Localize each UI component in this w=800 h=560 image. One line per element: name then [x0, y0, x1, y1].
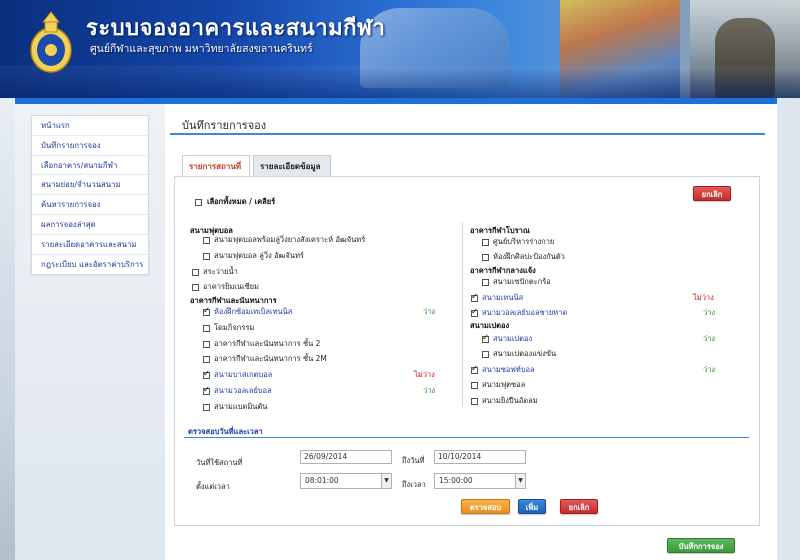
checkbox-football-stand[interactable]	[203, 253, 210, 260]
checkbox-air-gun[interactable]	[471, 398, 478, 405]
sidebar-item-search-booking[interactable]: ค้นหารายการจอง	[32, 195, 148, 215]
end-date-input[interactable]: 10/10/2014	[434, 450, 526, 464]
checkbox-beach-volleyball[interactable]	[471, 307, 478, 317]
title-underline	[170, 133, 765, 135]
status-basketball: ไม่ว่าง	[414, 370, 435, 379]
save-booking-button[interactable]: บันทึกการจอง	[667, 538, 735, 553]
checkbox-sepak-takraw[interactable]	[482, 279, 489, 286]
sidebar-item-select-venue[interactable]: เลือกอาคาร/สนามกีฬา	[32, 156, 148, 176]
checkbox-football-track-stand[interactable]	[203, 237, 210, 244]
sidebar-item-rules-fees[interactable]: กฎระเบียบ และอัตราค่าบริการ	[32, 255, 148, 275]
select-all-checkbox[interactable]	[195, 199, 202, 206]
label-sepak-takraw: สนามเซปักตะกร้อ	[493, 277, 551, 286]
label-beach-volleyball[interactable]: สนามวอลเลย์บอลชายหาด	[482, 307, 567, 319]
status-volleyball: ว่าง	[423, 386, 436, 395]
page-title: บันทึกรายการจอง	[182, 119, 267, 132]
label-petanque[interactable]: สนามเปตอง	[493, 333, 532, 345]
start-time-select[interactable]: 08:01:00 ▼	[300, 473, 392, 489]
chevron-down-icon: ▼	[515, 474, 525, 488]
label-futsal: สนามฟุตซอล	[482, 380, 526, 389]
chevron-down-icon: ▼	[381, 474, 391, 488]
checkbox-basketball[interactable]	[203, 369, 210, 379]
checkbox-petanque[interactable]	[482, 333, 489, 343]
label-badminton: สนามแบดมินตัน	[214, 402, 268, 411]
end-time-label: ถึงเวลา	[402, 480, 426, 489]
status-softball: ว่าง	[703, 365, 716, 374]
check-section-rule	[184, 437, 749, 438]
checkbox-table-tennis[interactable]	[203, 306, 210, 316]
status-petanque: ว่าง	[703, 334, 716, 343]
select-all-label: เลือกทั้งหมด / เคลียร์	[207, 197, 276, 206]
end-time-value: 15:00:00	[439, 476, 473, 485]
label-tennis[interactable]: สนามเทนนิส	[482, 292, 523, 304]
checkbox-martial-arts[interactable]	[482, 254, 489, 261]
start-date-label: วันที่ใช้สถานที่	[196, 458, 243, 467]
label-body-center: ศูนย์บริหารร่างกาย	[493, 237, 555, 246]
start-time-value: 08:01:00	[305, 476, 339, 485]
label-activity-floor2m: อาคารกีฬาและนันทนาการ ชั้น 2M	[214, 354, 327, 363]
status-table-tennis: ว่าง	[423, 307, 436, 316]
checkbox-badminton[interactable]	[203, 404, 210, 411]
sidebar-item-latest-results[interactable]: ผลการจองล่าสุด	[32, 215, 148, 235]
checkbox-gym[interactable]	[192, 284, 199, 291]
sidebar-item-venue-details[interactable]: รายละเอียดอาคารและสนาม	[32, 235, 148, 255]
cancel-top-button[interactable]: ยกเลิก	[693, 186, 731, 201]
checkbox-tennis[interactable]	[471, 292, 478, 302]
checkbox-futsal[interactable]	[471, 382, 478, 389]
app-subtitle: ศูนย์กีฬาและสุขภาพ มหาวิทยาลัยสงขลานคริน…	[90, 43, 313, 55]
status-tennis: ไม่ว่าง	[693, 293, 714, 302]
sidebar-item-subcourts[interactable]: สนามย่อย/จำนวนสนาม	[32, 175, 148, 196]
tab-venue-list[interactable]: รายการสถานที่	[182, 155, 250, 177]
add-button[interactable]: เพิ่ม	[518, 499, 546, 514]
sidebar-item-save-booking[interactable]: บันทึกรายการจอง	[32, 136, 148, 156]
label-volleyball[interactable]: สนามวอลเลย์บอล	[214, 385, 272, 397]
status-beach-volleyball: ว่าง	[703, 308, 716, 317]
checkbox-petanque-competition[interactable]	[482, 351, 489, 358]
group-title-petanque: สนามเปตอง	[470, 321, 510, 330]
label-football-track-stand: สนามฟุตบอลพร้อมลู่วิ่งยางสังเคราะห์ อัฒจ…	[214, 235, 366, 244]
end-time-select[interactable]: 15:00:00 ▼	[434, 473, 526, 489]
checkbox-activity-floor2[interactable]	[203, 341, 210, 348]
label-petanque-competition: สนามเปตองแข่งขัน	[493, 349, 557, 358]
checkbox-volleyball[interactable]	[203, 385, 210, 395]
label-air-gun: สนามยิงปืนอัดลม	[482, 396, 538, 405]
label-activity-floor2: อาคารกีฬาและนันทนาการ ชั้น 2	[214, 339, 321, 348]
checkbox-activity-dome[interactable]	[203, 325, 210, 332]
sidebar-menu: หน้าแรก บันทึกรายการจอง เลือกอาคาร/สนามก…	[31, 115, 149, 276]
label-basketball[interactable]: สนามบาสเกตบอล	[214, 369, 272, 381]
end-date-label: ถึงวันที่	[402, 456, 425, 465]
check-button[interactable]: ตรวจสอบ	[461, 499, 510, 514]
university-logo-icon	[30, 11, 72, 73]
checkbox-pool[interactable]	[192, 269, 199, 276]
label-gym: อาคารยิมเนเซียม	[203, 282, 259, 291]
label-softball[interactable]: สนามซอฟท์บอล	[482, 364, 535, 376]
label-martial-arts: ห้องฝึกศิลปะป้องกันตัว	[493, 252, 565, 261]
checkbox-softball[interactable]	[471, 364, 478, 374]
cancel-button[interactable]: ยกเลิก	[560, 499, 598, 514]
sidebar-item-home[interactable]: หน้าแรก	[32, 116, 148, 136]
banner-stripe	[0, 66, 800, 98]
label-table-tennis[interactable]: ห้องฝึกซ้อมเทเบิลเทนนิส	[214, 306, 292, 318]
label-activity-dome: โดมกิจกรรม	[214, 323, 255, 332]
checkbox-body-center[interactable]	[482, 239, 489, 246]
label-pool: สระว่ายน้ำ	[203, 267, 238, 276]
header-banner: ระบบจองอาคารและสนามกีฬา ศูนย์กีฬาและสุขภ…	[0, 0, 800, 98]
tab-details[interactable]: รายละเอียดข้อมูล	[253, 155, 331, 176]
label-football-stand: สนามฟุตบอล ลู่วิ่ง อัฒจันทร์	[214, 251, 304, 260]
start-date-input[interactable]: 26/09/2014	[300, 450, 392, 464]
checkbox-activity-floor2m[interactable]	[203, 356, 210, 363]
column-divider	[462, 222, 463, 407]
start-time-label: ตั้งแต่เวลา	[196, 482, 230, 491]
